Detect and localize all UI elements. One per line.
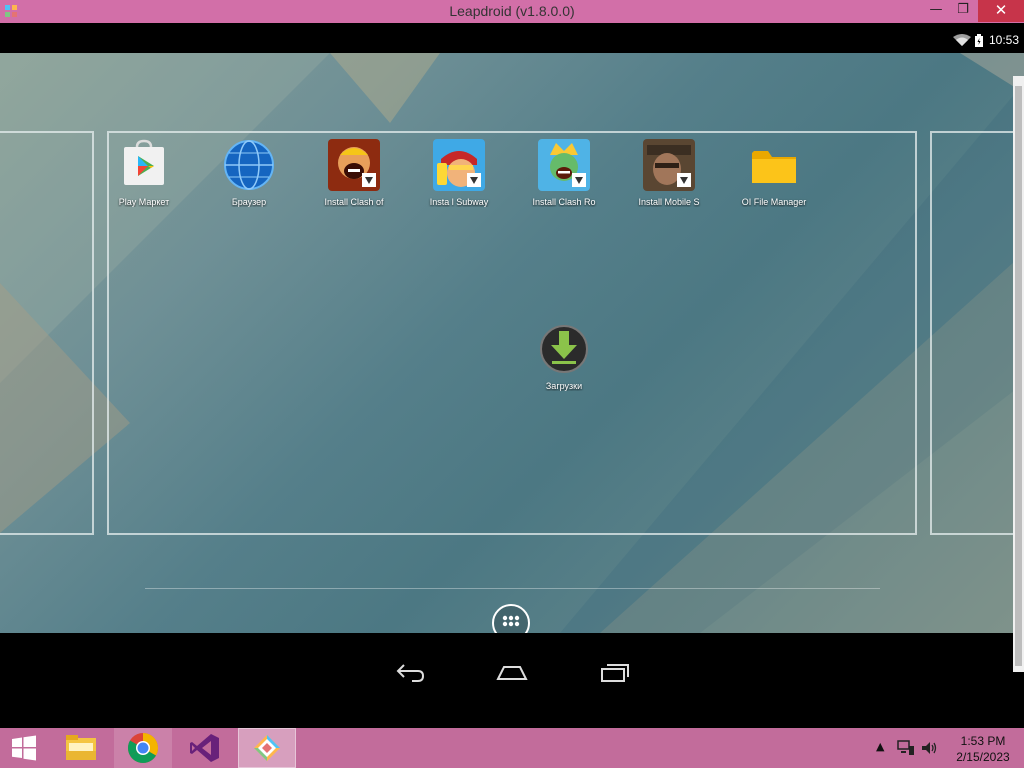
maximize-button[interactable]: ❐ (950, 0, 976, 22)
minimize-button[interactable]: — (922, 0, 950, 22)
app-install-subway-surfers[interactable]: Insta l Subway (409, 139, 509, 207)
app-label: Загрузки (545, 381, 583, 391)
app-label: OI File Manager (741, 197, 807, 207)
window-scrollbar[interactable] (1013, 76, 1024, 672)
android-status-bar: 10:53 (0, 29, 1024, 53)
app-play-market[interactable]: Play Маркет (94, 139, 194, 207)
tray-overflow-chevron[interactable]: ▲ (876, 740, 884, 753)
home-screen: Play Маркет Браузер Install Clash of Ins… (0, 53, 1024, 633)
android-nav-bar (0, 633, 1024, 705)
start-button[interactable] (0, 728, 48, 768)
app-label: Install Clash of (324, 197, 384, 207)
recents-icon[interactable] (598, 661, 630, 683)
taskbar-leapdroid[interactable] (238, 728, 296, 768)
app-browser[interactable]: Браузер (199, 139, 299, 207)
visual-studio-icon (190, 734, 219, 762)
dock-divider (145, 588, 880, 589)
app-install-mobile-strike[interactable]: Install Mobile S (619, 139, 719, 207)
windows-taskbar: ▲ 1:53 PM 2/15/2023 (0, 728, 1024, 768)
app-label: Install Mobile S (638, 197, 700, 207)
file-explorer-icon (66, 735, 96, 760)
battery-icon (975, 34, 983, 47)
app-label: Браузер (231, 197, 267, 207)
window-title: Leapdroid (v1.8.0.0) (449, 3, 575, 19)
back-icon[interactable] (394, 661, 426, 683)
subway-surfers-icon (433, 139, 485, 191)
close-button[interactable]: ✕ (978, 0, 1024, 22)
mobile-strike-icon (643, 139, 695, 191)
taskbar-visual-studio[interactable] (180, 728, 230, 768)
taskbar-time: 1:53 PM (960, 734, 1006, 748)
browser-globe-icon (224, 140, 274, 190)
clash-of-clans-icon (328, 139, 380, 191)
status-clock: 10:53 (988, 33, 1019, 47)
taskbar-file-explorer[interactable] (56, 728, 106, 768)
taskbar-clock[interactable]: 1:53 PM 2/15/2023 (948, 733, 1018, 765)
folder-icon (752, 151, 796, 183)
app-install-clash-royale[interactable]: Install Clash Ro (514, 139, 614, 207)
app-label: Insta l Subway (429, 197, 489, 207)
taskbar-chrome[interactable] (114, 728, 172, 768)
scrollbar-thumb[interactable] (1015, 86, 1022, 666)
home-icon[interactable] (496, 661, 528, 683)
app-drawer-icon (502, 615, 520, 627)
leapdroid-icon (254, 735, 280, 761)
workspace-left-preview[interactable] (0, 131, 94, 535)
all-apps-button[interactable] (492, 604, 530, 633)
app-oi-file-manager[interactable]: OI File Manager (724, 139, 824, 207)
chrome-icon (127, 733, 159, 764)
app-label: Play Маркет (118, 197, 170, 207)
network-icon[interactable] (897, 740, 915, 756)
wifi-icon (953, 34, 971, 46)
window-titlebar: Leapdroid (v1.8.0.0) — ❐ ✕ (0, 0, 1024, 23)
play-store-icon (124, 139, 164, 185)
windows-start-icon (12, 735, 36, 761)
workspace-right-preview[interactable] (930, 131, 1024, 535)
volume-icon[interactable] (921, 741, 939, 755)
app-downloads[interactable]: Загрузки (514, 323, 614, 391)
taskbar-date: 2/15/2023 (956, 750, 1010, 764)
downloads-icon (540, 325, 588, 373)
app-label: Install Clash Ro (532, 197, 596, 207)
app-install-clash-of-clans[interactable]: Install Clash of (304, 139, 404, 207)
clash-royale-icon (538, 139, 590, 191)
